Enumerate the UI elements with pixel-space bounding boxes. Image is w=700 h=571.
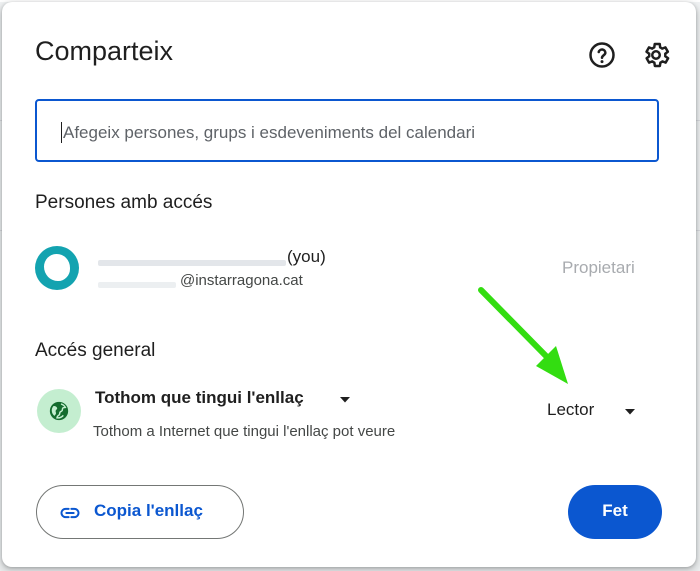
caret-down-icon (625, 409, 635, 415)
general-access-scope: Tothom que tingui l'enllaç (95, 388, 304, 407)
people-with-access-heading: Persones amb accés (35, 192, 213, 213)
person-email: @instarragona.cat (180, 272, 303, 289)
add-people-input[interactable] (61, 119, 645, 147)
general-access-role-dropdown[interactable]: Lector (547, 400, 635, 424)
help-button[interactable] (587, 40, 617, 70)
avatar (35, 246, 79, 290)
copy-link-label: Copia l'enllaç (94, 501, 203, 520)
general-access-icon-badge (37, 389, 81, 433)
add-people-field[interactable] (35, 99, 659, 162)
general-access-role: Lector (547, 400, 595, 419)
owner-role-label: Propietari (562, 258, 635, 277)
link-icon (60, 507, 80, 519)
share-dialog: Comparteix Persones amb accés (you) @ins… (2, 2, 696, 567)
done-button[interactable]: Fet (568, 485, 662, 539)
general-access-scope-dropdown[interactable]: Tothom que tingui l'enllaç (95, 388, 350, 412)
copy-link-button[interactable]: Copia l'enllaç (36, 485, 244, 539)
caret-down-icon (340, 397, 350, 403)
general-access-description: Tothom a Internet que tingui l'enllaç po… (93, 423, 396, 440)
settings-button[interactable] (641, 40, 671, 70)
redacted-name (98, 260, 286, 266)
person-name-suffix: (you) (287, 247, 326, 266)
dialog-title: Comparteix (35, 36, 174, 66)
globe-icon (49, 401, 69, 421)
redacted-email-prefix (98, 282, 176, 288)
text-cursor (61, 122, 62, 143)
general-access-heading: Accés general (35, 340, 156, 361)
help-circle-icon (589, 42, 615, 68)
gear-icon (645, 42, 670, 68)
done-label: Fet (602, 501, 628, 520)
